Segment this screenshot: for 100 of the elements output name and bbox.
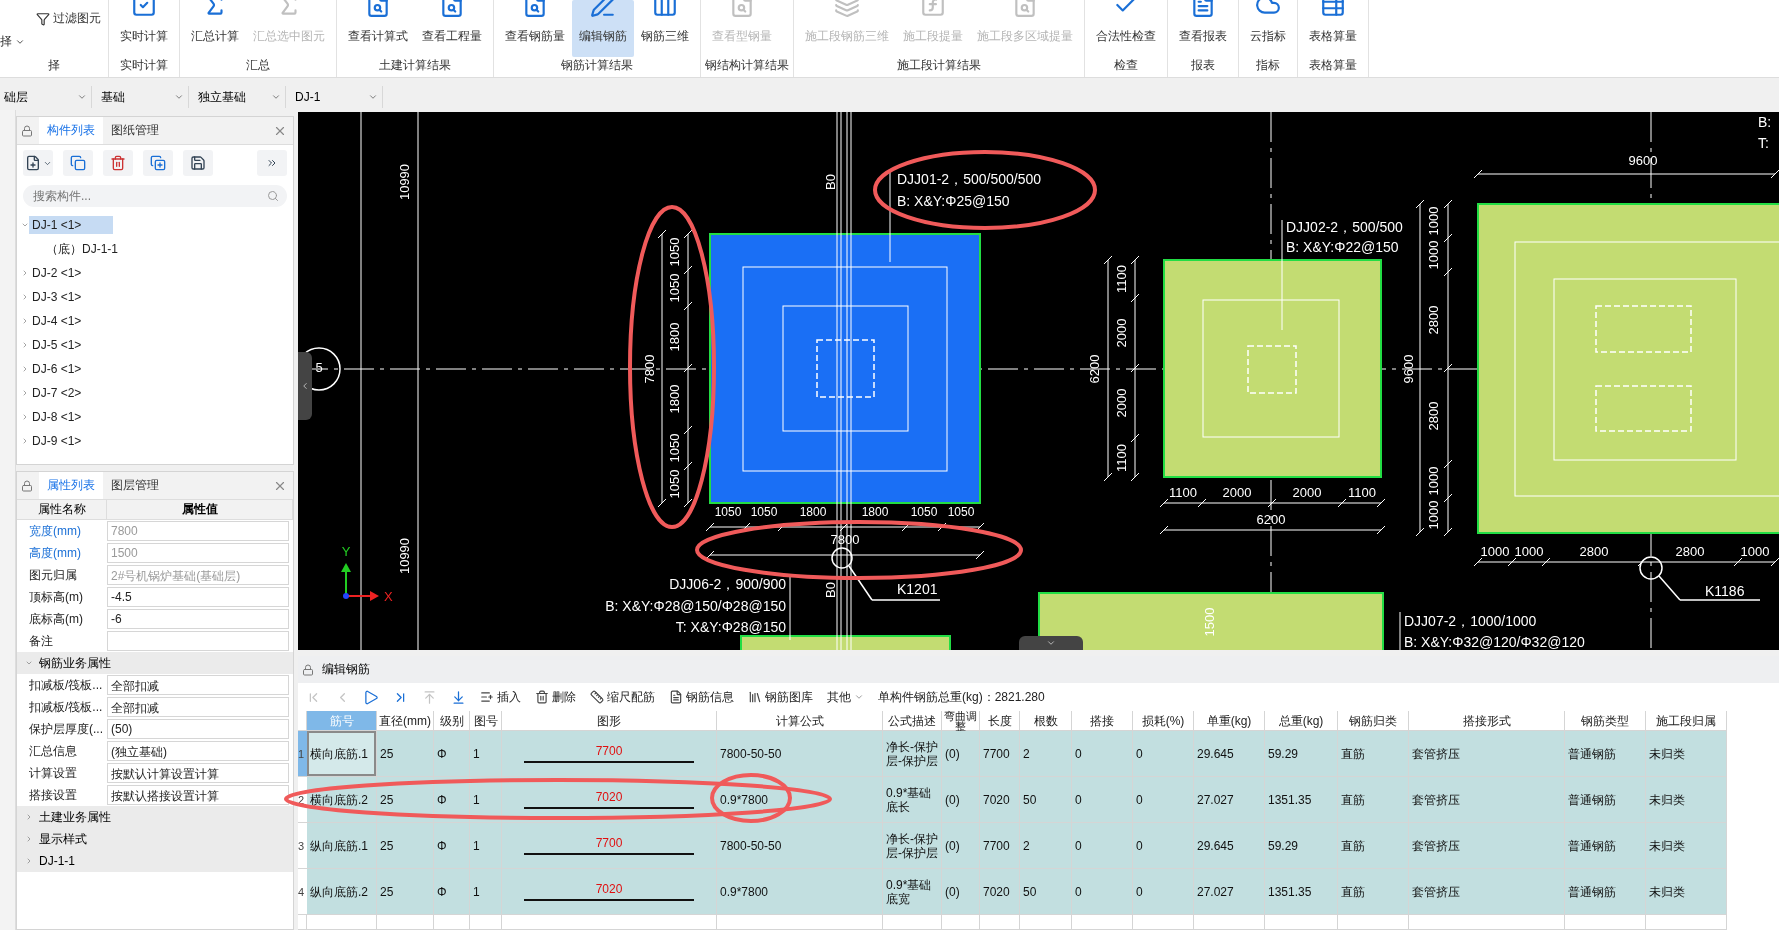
- property-value-field[interactable]: -4.5: [107, 587, 289, 607]
- column-header[interactable]: 钢筋归类: [1338, 711, 1409, 731]
- column-header[interactable]: 直径(mm): [377, 711, 434, 731]
- collapsed-caret-icon[interactable]: [21, 341, 29, 349]
- tree-item[interactable]: （底）DJ-1-1: [43, 238, 124, 260]
- expanded-caret-icon[interactable]: [21, 221, 29, 229]
- tree-item[interactable]: DJ-1 <1>: [29, 216, 113, 234]
- collapsed-caret-icon[interactable]: [21, 437, 29, 445]
- row-number[interactable]: 1: [298, 731, 307, 777]
- new-button[interactable]: [23, 150, 53, 176]
- ribbon-button[interactable]: 查看报表: [1172, 0, 1234, 58]
- move-down-icon[interactable]: [451, 689, 466, 705]
- leader-line: [1399, 611, 1401, 650]
- collapsed-caret-icon[interactable]: [21, 317, 29, 325]
- property-value-field[interactable]: 按默认搭接设置计算: [107, 785, 289, 805]
- delete-button[interactable]: [103, 150, 133, 176]
- caret-icon: [77, 92, 87, 102]
- collapsed-caret-icon[interactable]: [21, 269, 29, 277]
- more-button[interactable]: [257, 150, 287, 176]
- collapse-handle[interactable]: [298, 352, 312, 420]
- column-header[interactable]: 搭接: [1072, 711, 1133, 731]
- ribbon-button[interactable]: 云指标: [1243, 0, 1293, 58]
- table-cell: 未归类: [1646, 731, 1727, 777]
- collapsed-caret-icon[interactable]: [21, 365, 29, 373]
- expanded-caret-icon[interactable]: [25, 659, 33, 667]
- tree-item[interactable]: DJ-7 <2>: [29, 384, 88, 402]
- column-header: 属性名称: [17, 500, 107, 520]
- column-header[interactable]: 图号: [470, 711, 502, 731]
- panel-tab[interactable]: 图纸管理: [103, 117, 167, 144]
- ribbon-button[interactable]: 汇总计算: [184, 0, 246, 58]
- copy-button[interactable]: [63, 150, 93, 176]
- column-header[interactable]: 钢筋类型: [1565, 711, 1646, 731]
- expand-handle[interactable]: [1019, 636, 1083, 650]
- property-value-field[interactable]: 全部扣减: [107, 675, 289, 695]
- duplicate-button[interactable]: [143, 150, 173, 176]
- column-header[interactable]: 搭接形式: [1409, 711, 1565, 731]
- insert-button[interactable]: 插入: [480, 688, 521, 706]
- collapsed-caret-icon[interactable]: [25, 857, 33, 865]
- panel-tab[interactable]: 图层管理: [103, 472, 167, 499]
- ribbon-button[interactable]: 查看钢筋量: [498, 0, 572, 58]
- tree-item[interactable]: DJ-3 <1>: [29, 288, 88, 306]
- column-header[interactable]: 损耗(%): [1133, 711, 1194, 731]
- drawing-label: 1500: [1202, 607, 1218, 637]
- drawing-canvas[interactable]: [298, 112, 1779, 650]
- column-header[interactable]: 计算公式: [717, 711, 883, 731]
- ribbon-button[interactable]: 合法性检查: [1089, 0, 1163, 58]
- select-dropdown[interactable]: 择: [0, 33, 25, 50]
- drawing-label: 2000: [1114, 318, 1130, 348]
- group-label: 钢结构计算结果: [705, 57, 789, 75]
- tree-item[interactable]: DJ-8 <1>: [29, 408, 88, 426]
- save-button[interactable]: [183, 150, 213, 176]
- collapsed-caret-icon[interactable]: [21, 389, 29, 397]
- drawing-label: 1100: [1114, 444, 1130, 472]
- collapsed-caret-icon[interactable]: [25, 813, 33, 821]
- ribbon-button[interactable]: 实时计算: [113, 0, 175, 58]
- panel-tab[interactable]: 属性列表: [39, 472, 103, 499]
- table-cell: 未归类: [1646, 777, 1727, 823]
- column-header[interactable]: 弯曲调整: [942, 711, 980, 731]
- column-header[interactable]: 根数: [1020, 711, 1072, 731]
- next-icon[interactable]: [364, 689, 379, 705]
- collapsed-caret-icon[interactable]: [21, 413, 29, 421]
- column-header[interactable]: 总重(kg): [1265, 711, 1338, 731]
- tree-item[interactable]: DJ-9 <1>: [29, 432, 88, 450]
- more-menu[interactable]: 其他: [827, 688, 864, 706]
- column-header[interactable]: 图形: [502, 711, 717, 731]
- ribbon-button[interactable]: 钢筋三维: [634, 0, 696, 58]
- property-value-field[interactable]: -6: [107, 609, 289, 629]
- collapsed-caret-icon[interactable]: [21, 293, 29, 301]
- property-value-field[interactable]: 按默认计算设置计算: [107, 763, 289, 783]
- column-header[interactable]: 公式描述: [883, 711, 942, 731]
- ribbon-button[interactable]: 查看计算式: [341, 0, 415, 58]
- property-value-field[interactable]: [107, 631, 289, 651]
- tree-item[interactable]: DJ-5 <1>: [29, 336, 88, 354]
- column-header[interactable]: 施工段归属: [1646, 711, 1727, 731]
- tree-item[interactable]: DJ-2 <1>: [29, 264, 88, 282]
- property-value-field[interactable]: (50): [107, 719, 289, 739]
- library-button[interactable]: 钢筋图库: [748, 688, 813, 706]
- collapsed-caret-icon[interactable]: [25, 835, 33, 843]
- delete-button[interactable]: 删除: [535, 688, 576, 706]
- group-label: 表格算量: [1308, 57, 1358, 75]
- column-header[interactable]: 长度: [980, 711, 1020, 731]
- info-button[interactable]: 钢筋信息: [669, 688, 734, 706]
- column-header[interactable]: 级别: [434, 711, 470, 731]
- table-cell: 普通钢筋: [1565, 823, 1646, 869]
- column-header[interactable]: 单重(kg): [1194, 711, 1265, 731]
- tree-item[interactable]: DJ-4 <1>: [29, 312, 88, 330]
- drawing-label: 1000: [1740, 544, 1770, 560]
- filter-button[interactable]: 过滤图元: [36, 10, 101, 27]
- panel-tab[interactable]: 构件列表: [39, 117, 103, 144]
- drawing-label: 2000: [1114, 388, 1130, 418]
- ribbon-button[interactable]: 编辑钢筋: [572, 0, 634, 58]
- property-value-field[interactable]: 全部扣减: [107, 697, 289, 717]
- ribbon-button[interactable]: 表格算量: [1302, 0, 1364, 58]
- scale-button[interactable]: 缩尺配筋: [590, 688, 655, 706]
- property-value-field[interactable]: (独立基础): [107, 741, 289, 761]
- tree-item[interactable]: DJ-6 <1>: [29, 360, 88, 378]
- table-cell: 27.027: [1194, 869, 1265, 915]
- table-cell: 29.645: [1194, 823, 1265, 869]
- search-field[interactable]: 搜索构件...: [23, 185, 287, 207]
- ribbon-button[interactable]: 查看工程量: [415, 0, 489, 58]
